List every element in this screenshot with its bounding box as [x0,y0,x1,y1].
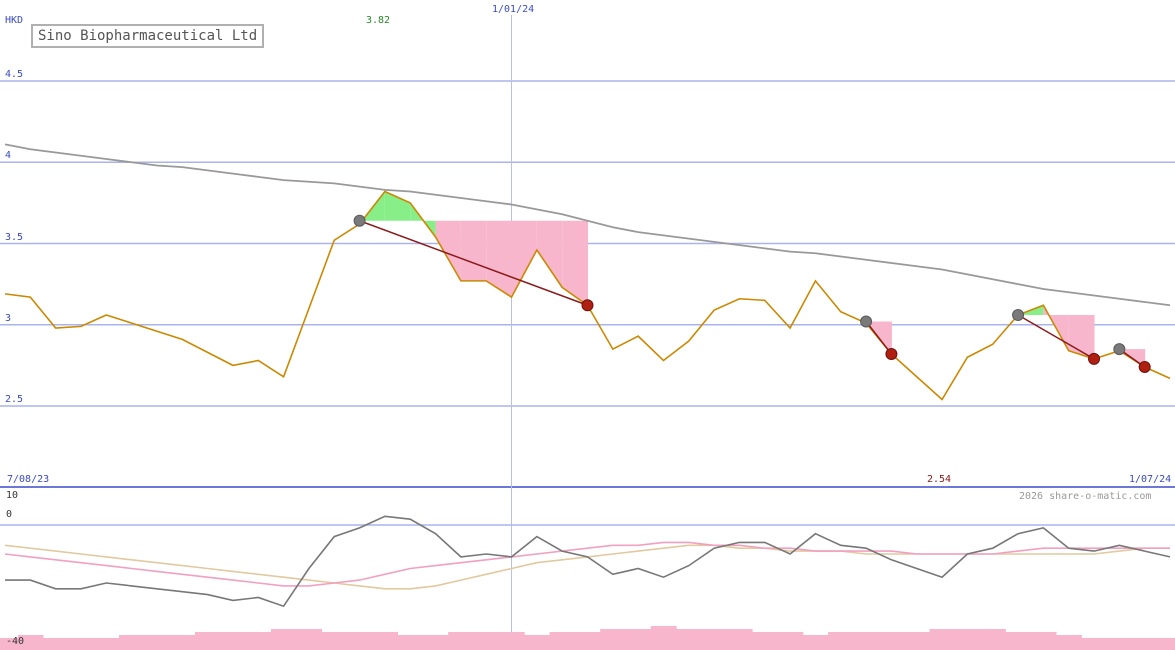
price-chart [0,15,1175,650]
indicator-bar [1056,635,1082,650]
signal-2-line [4,544,1170,590]
indicator-bar [169,635,196,650]
indicator-bar [549,632,576,650]
indicator-bar [220,632,247,650]
indicator-bar [904,632,930,650]
currency-label: HKD [5,15,24,26]
indicator-bar [473,632,500,650]
indicator-bar [625,629,652,650]
indicator-bar [524,635,551,650]
indicator-bar [194,632,221,650]
buy-marker [1113,343,1126,356]
indicator-bar [296,629,323,650]
indicator-bar [1132,638,1158,650]
loss-fill [562,220,588,306]
buy-marker [1012,309,1025,321]
buy-marker [353,214,366,227]
indicator-bar [777,632,804,650]
indicator-bar [245,632,272,650]
indicator-bar [372,632,399,650]
indicator-tick-label: -40 [6,636,25,647]
gain-fill [384,191,411,221]
buy-marker [860,315,873,328]
indicator-bar [42,638,69,650]
indicator-bar [1106,638,1133,650]
indicator-bar [68,638,95,650]
price-tick-label: 2.5 [5,394,24,405]
trade-fills [359,191,1146,367]
indicator-bar [929,629,956,650]
indicator-bar [498,632,525,650]
indicator-bar [448,632,475,650]
date-label-mid: 1/01/24 [492,4,535,15]
indicator-bar [980,629,1006,650]
indicator-lines [4,515,1171,608]
price-tick-label: 4.5 [5,69,24,80]
indicator-bar [397,635,424,650]
indicator-bar [574,632,601,650]
price-tick-label: 4 [5,150,12,161]
indicator-bar [701,629,728,650]
indicator-bar [650,626,677,650]
indicator-bar [1081,638,1108,650]
indicator-tick-label: 0 [6,509,13,520]
loss-fill [486,220,512,298]
price-tick-label: 3.5 [5,232,24,243]
indicator-bar [270,629,297,650]
indicator-bar [321,632,348,650]
sell-marker [1088,352,1101,365]
indicator-bar [726,629,753,650]
indicator-bar [346,632,373,650]
indicator-bar [853,632,880,650]
indicator-bar [600,629,626,650]
sell-marker [1138,361,1151,373]
indicator-bar [1157,638,1175,650]
indicator-tick-label: 10 [6,490,19,501]
sell-marker [885,348,898,360]
low-price-label: 2.54 [927,474,952,485]
loss-fill [536,220,563,288]
indicator-bar [828,632,854,650]
indicator-bar [1005,632,1032,650]
indicator-bar [1030,632,1057,650]
indicator-bars [0,626,1175,650]
indicator-bar [118,635,145,650]
indicator-bar [752,632,778,650]
price-tick-label: 3 [5,313,12,324]
sell-marker [581,299,594,312]
oscillator-line [5,515,1171,608]
signal-1-line [4,541,1170,587]
indicator-bar [144,635,171,650]
indicator-bar [802,635,829,650]
loss-fill [460,220,487,281]
date-label-start: 7/08/23 [7,474,50,485]
high-price-label: 3.82 [366,15,391,26]
chart-title: Sino Biopharmaceutical Ltd [31,24,265,48]
copyright-text: 2026 share-o-matic.com [1019,491,1152,502]
indicator-bar [93,638,120,650]
indicator-bar [422,635,449,650]
indicator-bar [954,629,981,650]
date-label-end: 1/07/24 [1129,474,1172,485]
indicator-bar [878,632,905,650]
indicator-bar [676,629,702,650]
